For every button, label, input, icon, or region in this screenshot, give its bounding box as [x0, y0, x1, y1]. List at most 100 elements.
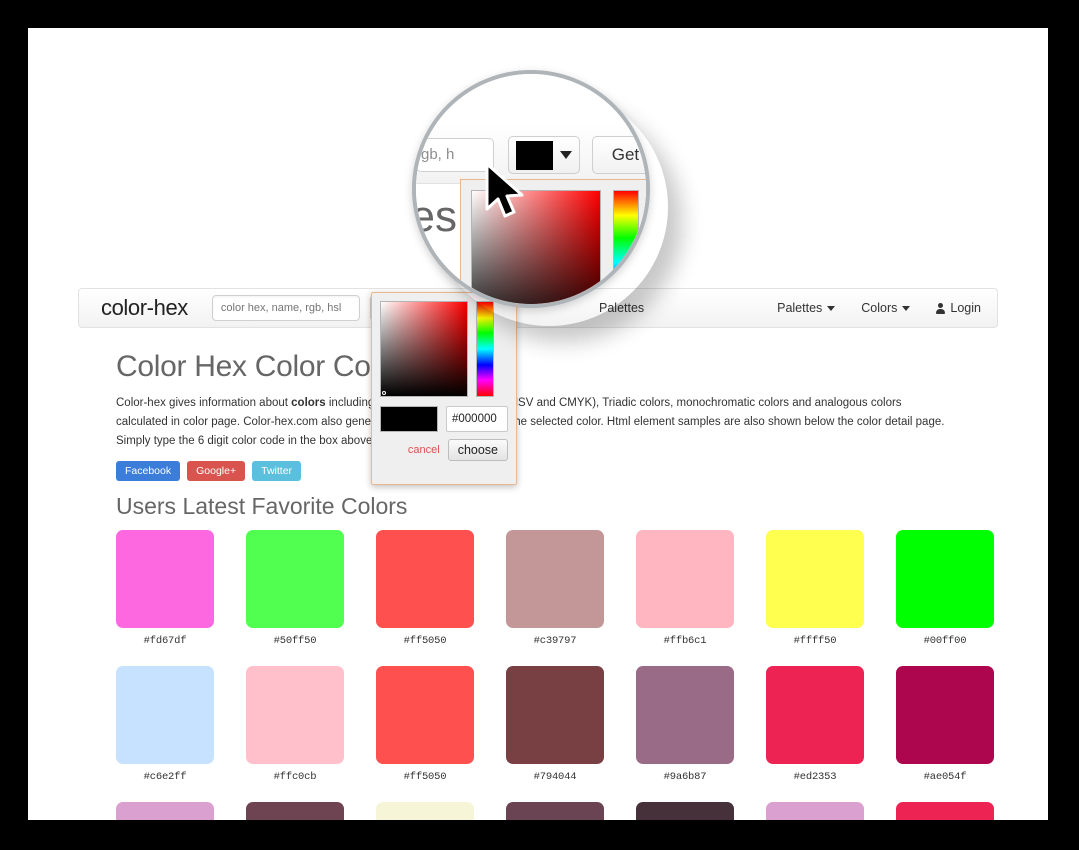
magnified-get-info-button[interactable]: Get Info: [592, 136, 646, 174]
color-swatch[interactable]: [116, 801, 214, 820]
color-picker-dialog[interactable]: cancel choose: [371, 292, 517, 485]
nav-link-colors-label: Colors: [861, 301, 898, 315]
choose-button[interactable]: choose: [447, 439, 508, 461]
favorites-row-2: #c6e2ff #ffc0cb #ff5050 #794044 #9a6b87: [116, 665, 998, 783]
color-swatch[interactable]: [636, 665, 734, 764]
color-preview-swatch: [380, 406, 438, 432]
social-share-group: Facebook Google+ Twitter: [116, 460, 998, 481]
color-swatch[interactable]: [506, 665, 604, 764]
color-swatch[interactable]: [116, 665, 214, 764]
chevron-down-icon: [827, 305, 836, 311]
color-card[interactable]: [246, 801, 344, 820]
color-card[interactable]: #fd67df: [116, 529, 214, 647]
color-card[interactable]: #50ff50: [246, 529, 344, 647]
color-hex-label: #c39797: [533, 634, 577, 647]
color-card[interactable]: [506, 801, 604, 820]
magnified-hue-slider[interactable]: [613, 190, 639, 304]
page-title: Color Hex Color Codes: [116, 350, 419, 383]
color-card[interactable]: #ffc0cb: [246, 665, 344, 783]
color-card[interactable]: [896, 801, 994, 820]
magnifier-viewport: gb, h Get Info des cludin en alettes: [416, 74, 646, 304]
color-card[interactable]: [116, 801, 214, 820]
nav-link-colors[interactable]: Colors: [861, 301, 911, 315]
nav-link-palettes[interactable]: Palettes: [777, 301, 836, 315]
color-hex-label: #ffb6c1: [663, 634, 707, 647]
facebook-share-button[interactable]: Facebook: [116, 460, 181, 481]
color-swatch[interactable]: [506, 801, 604, 820]
color-swatch[interactable]: [766, 665, 864, 764]
main-content: Color Hex Color Codes Color-hex gives in…: [78, 328, 998, 820]
favorites-row-1: #fd67df #50ff50 #ff5050 #c39797 #ffb6c1: [116, 529, 998, 647]
color-card[interactable]: #ff5050: [376, 665, 474, 783]
site-brand[interactable]: color-hex: [101, 295, 188, 321]
googleplus-share-button[interactable]: Google+: [187, 460, 246, 481]
color-card[interactable]: #00ff00: [896, 529, 994, 647]
magnified-content: gb, h Get Info des cludin en alettes: [416, 74, 646, 304]
screenshot-frame: color-hex Get Info Palettes Palettes Col…: [0, 0, 1079, 850]
color-swatch[interactable]: [246, 529, 344, 628]
color-card[interactable]: #c39797: [506, 529, 604, 647]
navbar-right-group: Palettes Colors Login: [777, 289, 981, 327]
color-card[interactable]: #ffb6c1: [636, 529, 734, 647]
color-hex-label: #ffc0cb: [273, 770, 317, 783]
intro-bold-colors: colors: [291, 397, 326, 409]
color-swatch[interactable]: [896, 801, 994, 820]
magnified-search-input[interactable]: gb, h: [416, 138, 494, 172]
color-card[interactable]: #9a6b87: [636, 665, 734, 783]
color-card[interactable]: #ae054f: [896, 665, 994, 783]
twitter-share-button[interactable]: Twitter: [252, 460, 302, 481]
intro-paragraph: Color-hex gives information about colors…: [116, 394, 946, 451]
color-card[interactable]: [376, 801, 474, 820]
color-hex-label: #9a6b87: [663, 770, 707, 783]
nav-link-login[interactable]: Login: [936, 301, 981, 315]
sv-cursor-icon: [382, 391, 386, 395]
person-icon: [936, 302, 946, 314]
color-card[interactable]: #ffff50: [766, 529, 864, 647]
color-swatch[interactable]: [636, 529, 734, 628]
color-card[interactable]: #794044: [506, 665, 604, 783]
color-card[interactable]: #ff5050: [376, 529, 474, 647]
color-swatch[interactable]: [246, 801, 344, 820]
color-swatch[interactable]: [376, 529, 474, 628]
magnified-page-title: des: [416, 192, 457, 241]
color-swatch[interactable]: [896, 529, 994, 628]
color-hex-label: #c6e2ff: [143, 770, 187, 783]
color-hex-label: #ffff50: [793, 634, 837, 647]
color-swatch[interactable]: [766, 529, 864, 628]
color-card[interactable]: #c6e2ff: [116, 665, 214, 783]
color-swatch[interactable]: [766, 801, 864, 820]
color-hex-label: #00ff00: [923, 634, 967, 647]
color-hex-label: #794044: [533, 770, 577, 783]
hue-slider[interactable]: [476, 301, 494, 397]
color-card[interactable]: [636, 801, 734, 820]
chevron-down-icon: [902, 305, 911, 311]
color-swatch[interactable]: [896, 665, 994, 764]
color-hex-label: #fd67df: [143, 634, 187, 647]
cancel-button[interactable]: cancel: [408, 444, 440, 456]
favorites-heading: Users Latest Favorite Colors: [116, 492, 408, 519]
intro-text-1: Color-hex gives information about: [116, 397, 292, 409]
color-swatch[interactable]: [116, 529, 214, 628]
color-hex-label: #ff5050: [403, 770, 447, 783]
color-card[interactable]: [766, 801, 864, 820]
color-swatch[interactable]: [246, 665, 344, 764]
color-hex-label: #50ff50: [273, 634, 317, 647]
color-swatch[interactable]: [636, 801, 734, 820]
picker-actions: cancel choose: [372, 439, 508, 461]
color-hex-label: #ff5050: [403, 634, 447, 647]
color-hex-label: #ae054f: [923, 770, 967, 783]
color-swatch[interactable]: [376, 665, 474, 764]
search-input[interactable]: [211, 295, 360, 321]
color-card[interactable]: #ed2353: [766, 665, 864, 783]
saturation-value-field[interactable]: [380, 301, 468, 397]
color-hex-label: #ed2353: [793, 770, 837, 783]
magnifier-lens: gb, h Get Info des cludin en alettes: [412, 70, 650, 308]
hex-value-input[interactable]: [446, 406, 508, 432]
mouse-cursor-icon: [485, 162, 524, 218]
chevron-down-icon: [560, 151, 572, 159]
color-swatch[interactable]: [506, 529, 604, 628]
nav-link-palettes-label: Palettes: [777, 301, 823, 315]
favorites-row-3: [116, 801, 998, 820]
nav-link-login-label: Login: [950, 301, 981, 315]
color-swatch[interactable]: [376, 801, 474, 820]
